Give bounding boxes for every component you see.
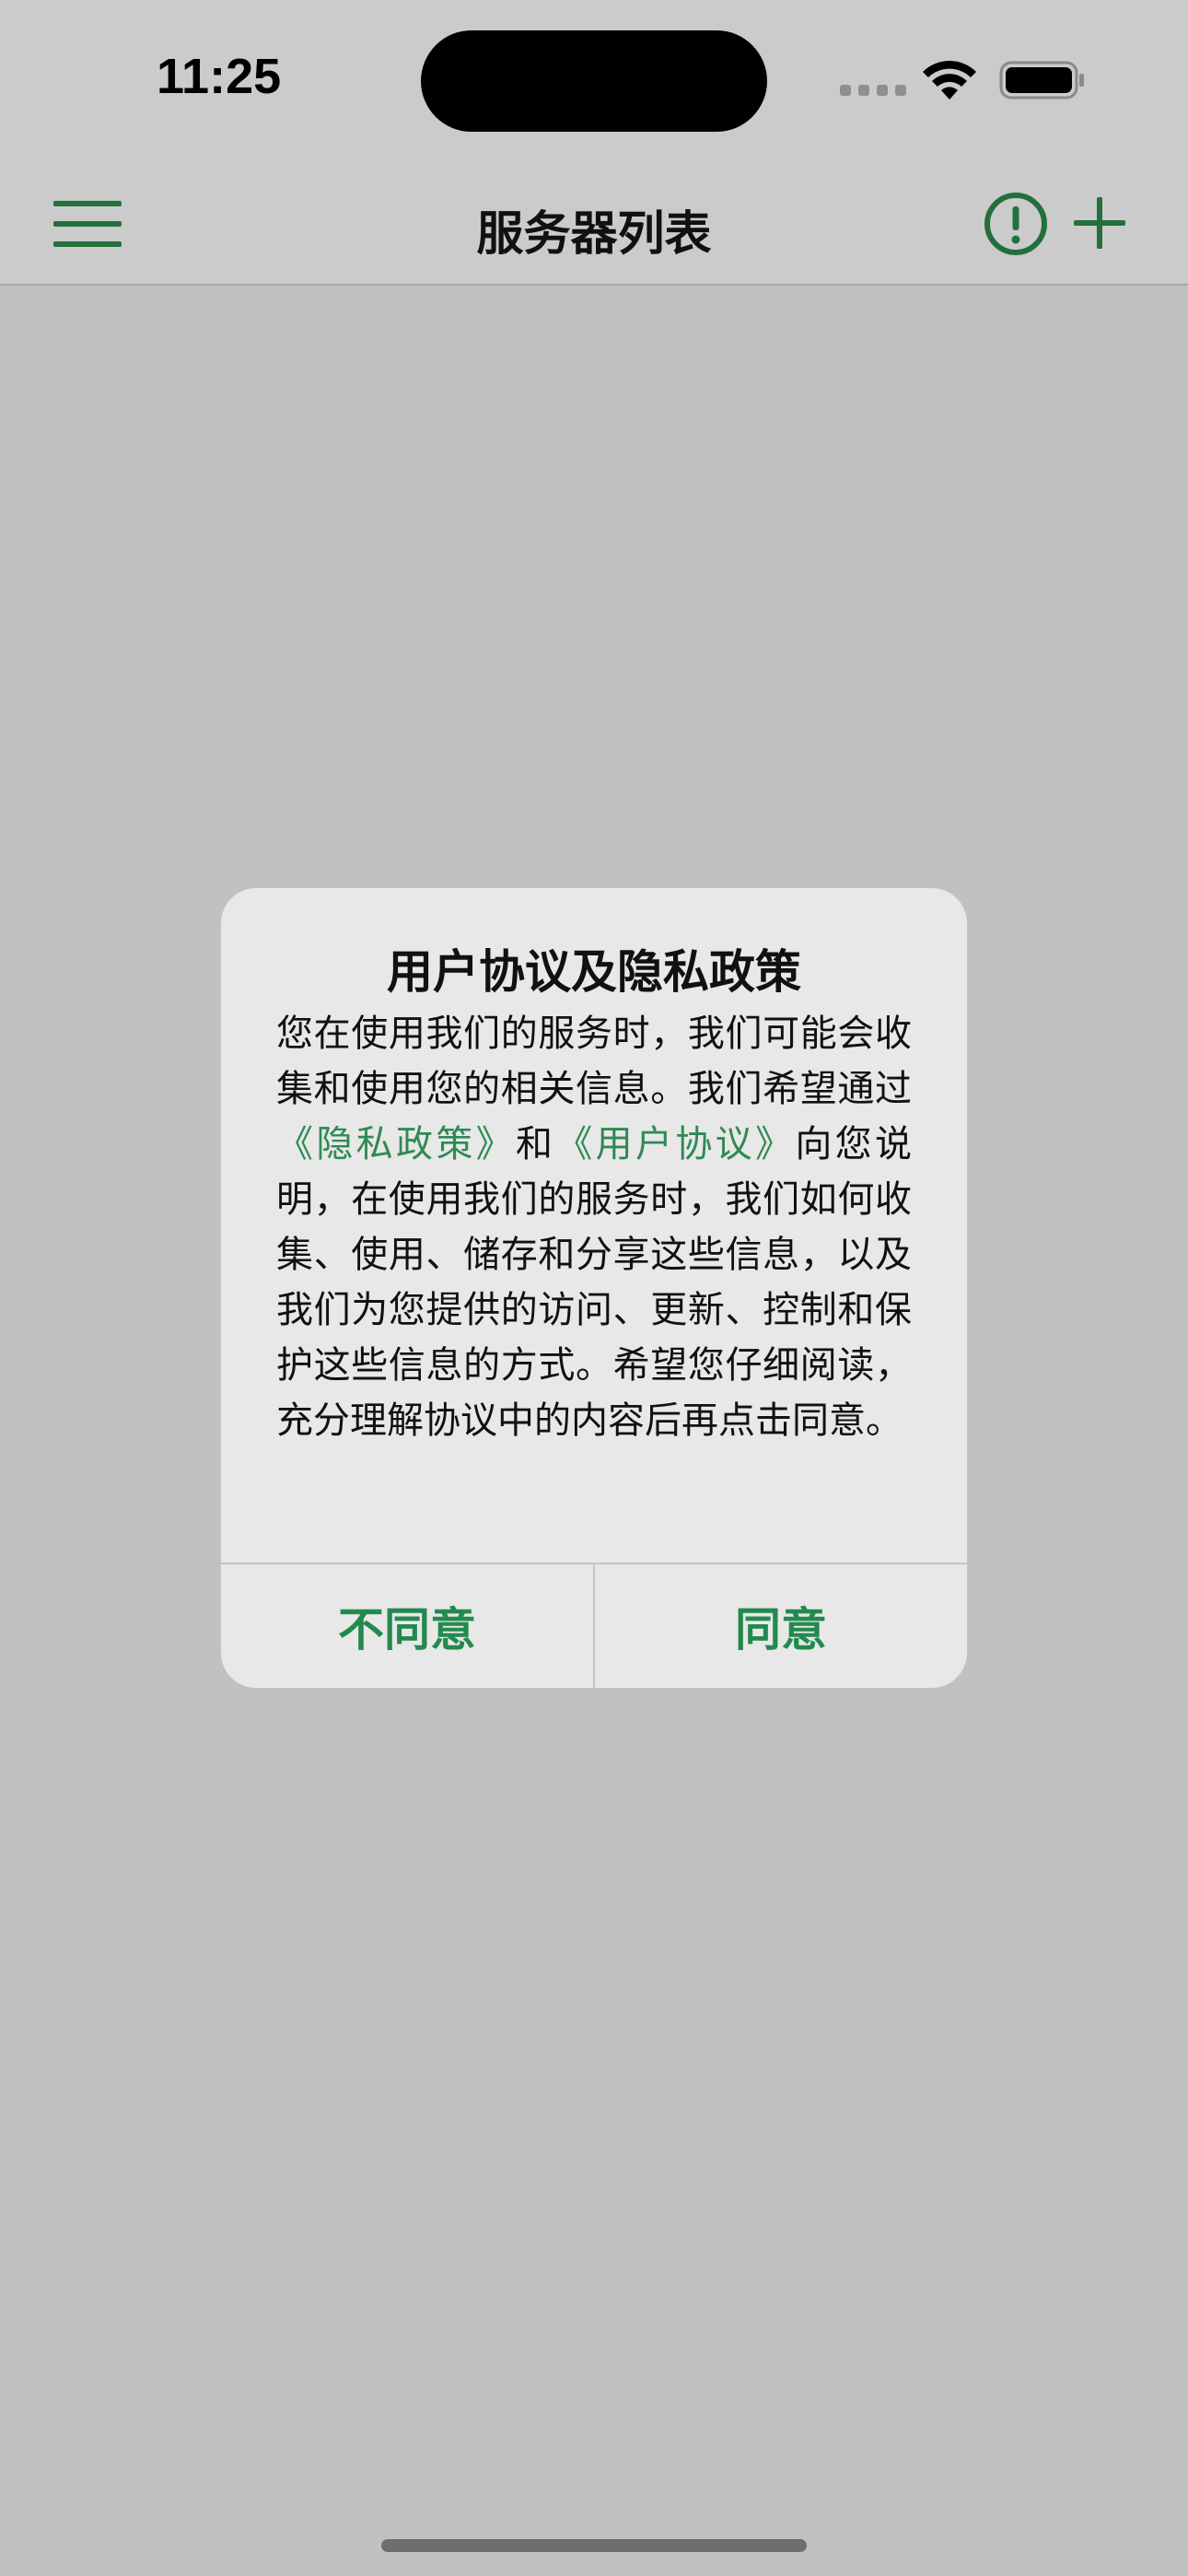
cellular-signal-icon	[840, 85, 906, 96]
wifi-icon	[923, 60, 976, 100]
dynamic-island	[421, 30, 767, 132]
home-indicator[interactable]	[381, 2539, 807, 2552]
agree-button[interactable]: 同意	[595, 1564, 967, 1688]
user-agreement-link[interactable]: 《用户协议》	[555, 1123, 795, 1165]
privacy-agreement-dialog: 用户协议及隐私政策 您在使用我们的服务时，我们可能会收集和使用您的相关信息。我们…	[221, 888, 967, 1688]
message-text-2: 和	[516, 1123, 556, 1165]
battery-icon	[999, 61, 1084, 100]
dialog-title: 用户协议及隐私政策	[387, 945, 801, 999]
status-time: 11:25	[157, 49, 282, 104]
plus-icon[interactable]	[1072, 195, 1127, 251]
exclamation-circle-icon[interactable]	[984, 192, 1048, 256]
message-text-1: 您在使用我们的服务时，我们可能会收集和使用您的相关信息。我们希望通过	[276, 1013, 912, 1110]
disagree-button[interactable]: 不同意	[221, 1564, 593, 1688]
status-bar: 11:25	[0, 0, 1188, 158]
dialog-message: 您在使用我们的服务时，我们可能会收集和使用您的相关信息。我们希望通过《隐私政策》…	[276, 1006, 912, 1448]
message-text-3: 向您说明，在使用我们的服务时，我们如何收集、使用、储存和分享这些信息，以及我们为…	[276, 1123, 913, 1442]
navigation-bar: 服务器列表	[0, 158, 1188, 286]
privacy-policy-link[interactable]: 《隐私政策》	[276, 1123, 516, 1165]
